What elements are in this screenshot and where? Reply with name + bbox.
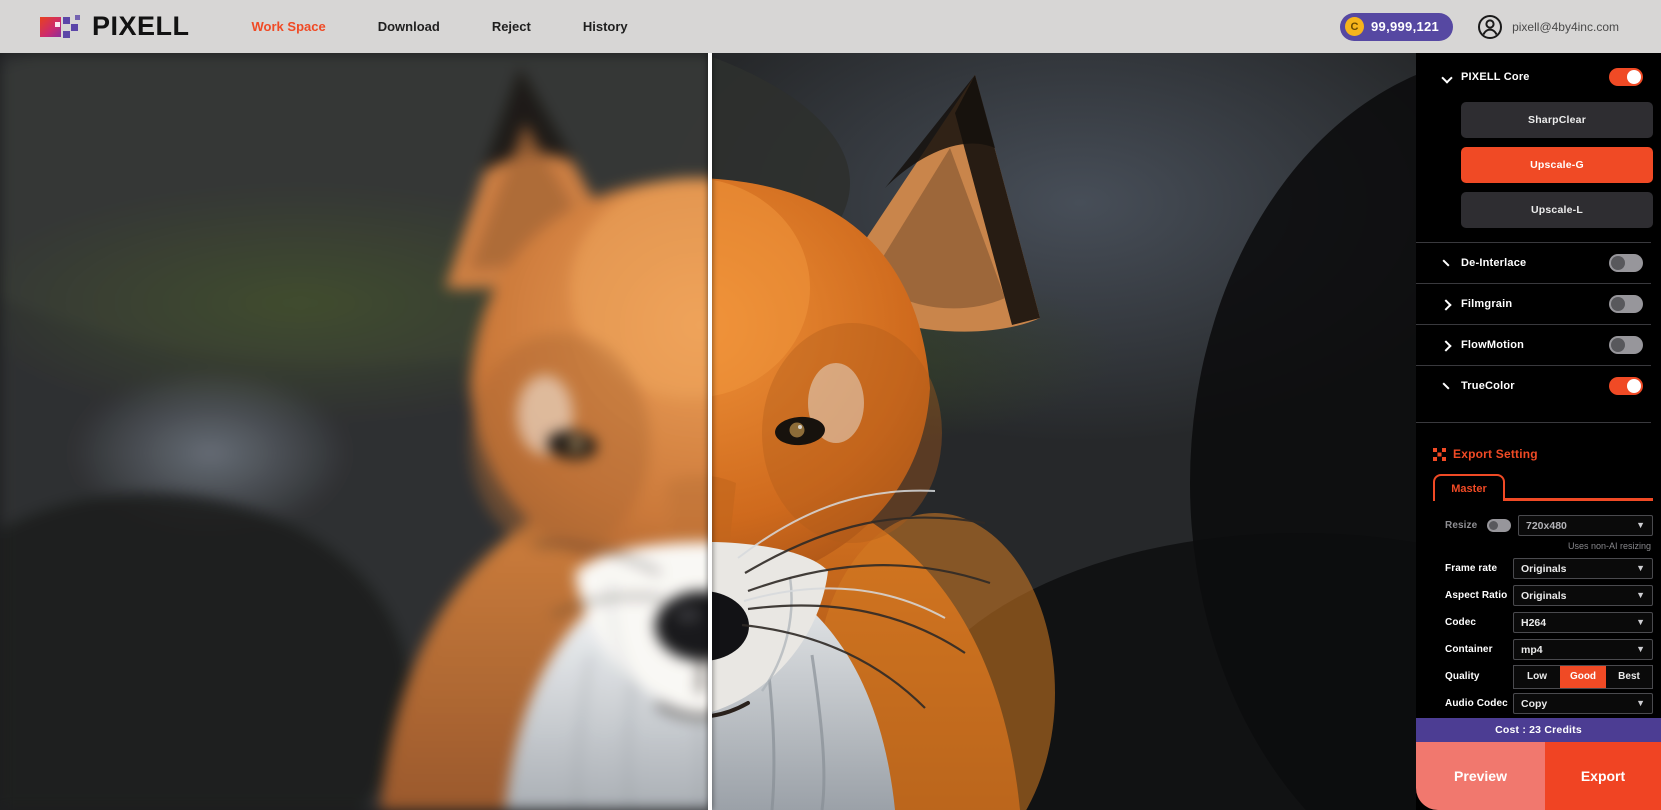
comparison-stage [0,53,1661,810]
tab-master[interactable]: Master [1433,474,1505,501]
main-nav: Work Space Download Reject History [252,19,628,34]
collapse-dash-icon[interactable] [1442,258,1452,268]
credits-badge[interactable]: C 99,999,121 [1340,13,1453,41]
frame-rate-label: Frame rate [1445,563,1513,574]
frame-rate-select[interactable]: Originals ▼ [1513,558,1653,579]
truecolor-row: TrueColor [1416,365,1651,406]
truecolor-label: TrueColor [1461,380,1515,392]
resize-row: Resize 720x480 ▼ [1445,515,1653,536]
quality-segmented: Low Good Best [1513,665,1653,689]
audio-codec-select[interactable]: Copy ▼ [1513,693,1653,714]
codec-label: Codec [1445,617,1513,628]
caret-down-icon: ▼ [1636,618,1645,627]
pixell-app: PIXELL Work Space Download Reject Histor… [0,0,1661,810]
chevron-down-icon[interactable] [1442,72,1452,82]
user-avatar-icon [1477,14,1503,40]
container-label: Container [1445,644,1513,655]
chevron-right-icon[interactable] [1442,299,1452,309]
frame-rate-value: Originals [1521,563,1636,575]
settings-panel: PIXELL Core SharpClear Upscale-G Upscale… [1416,53,1661,810]
resize-toggle[interactable] [1487,519,1511,532]
export-settings-section: Export Setting Master Resize 720x480 ▼ U… [1416,423,1661,714]
coin-icon: C [1345,17,1364,36]
truecolor-toggle[interactable] [1609,377,1643,395]
panel-bottom: Cost : 23 Credits Preview Export [1416,718,1661,810]
user-account[interactable]: pixell@4by4inc.com [1477,14,1619,40]
caret-down-icon: ▼ [1636,521,1645,530]
pixell-core-toggle[interactable] [1609,68,1643,86]
de-interlace-label: De-Interlace [1461,257,1526,269]
container-select[interactable]: mp4 ▼ [1513,639,1653,660]
pixell-core-row: PIXELL Core [1416,53,1661,96]
codec-select[interactable]: H264 ▼ [1513,612,1653,633]
aspect-ratio-select[interactable]: Originals ▼ [1513,585,1653,606]
export-settings-header: Export Setting [1433,447,1653,461]
before-image [0,53,708,810]
caret-down-icon: ▼ [1636,564,1645,573]
flowmotion-row: FlowMotion [1416,324,1651,365]
aspect-ratio-row: Aspect Ratio Originals ▼ [1445,585,1653,606]
chevron-right-icon[interactable] [1442,340,1452,350]
top-navbar: PIXELL Work Space Download Reject Histor… [0,0,1661,53]
export-settings-title: Export Setting [1453,447,1538,461]
quality-row: Quality Low Good Best [1445,666,1653,687]
container-value: mp4 [1521,644,1636,656]
quality-option-low[interactable]: Low [1514,666,1560,688]
filmgrain-row: Filmgrain [1416,283,1651,324]
export-tabbar: Master [1433,474,1653,501]
brand-name: PIXELL [92,11,190,42]
filmgrain-toggle[interactable] [1609,295,1643,313]
audio-codec-value: Copy [1521,698,1636,710]
nav-item-workspace[interactable]: Work Space [252,19,326,34]
nav-item-reject[interactable]: Reject [492,19,531,34]
resize-note: Uses non-AI resizing [1445,541,1651,551]
action-buttons: Preview Export [1416,742,1661,810]
frame-rate-row: Frame rate Originals ▼ [1445,558,1653,579]
upscale-g-button[interactable]: Upscale-G [1461,147,1653,183]
comparison-divider-handle[interactable] [708,53,712,810]
de-interlace-row: De-Interlace [1416,242,1651,283]
user-email: pixell@4by4inc.com [1512,20,1619,34]
sharpclear-button[interactable]: SharpClear [1461,102,1653,138]
de-interlace-toggle[interactable] [1609,254,1643,272]
caret-down-icon: ▼ [1636,645,1645,654]
quality-label: Quality [1445,671,1513,682]
resize-value: 720x480 [1526,520,1636,532]
flowmotion-toggle[interactable] [1609,336,1643,354]
export-form: Resize 720x480 ▼ Uses non-AI resizing Fr… [1433,501,1653,714]
quality-option-good[interactable]: Good [1560,666,1606,688]
pixell-core-label: PIXELL Core [1461,71,1530,83]
nav-right: C 99,999,121 pixell@4by4inc.com [1340,13,1619,41]
pixell-logo-icon [40,14,82,40]
credits-amount: 99,999,121 [1371,19,1439,34]
collapse-dash-icon[interactable] [1442,381,1452,391]
caret-down-icon: ▼ [1636,699,1645,708]
codec-row: Codec H264 ▼ [1445,612,1653,633]
export-button[interactable]: Export [1545,742,1661,810]
caret-down-icon: ▼ [1636,591,1645,600]
core-mode-buttons: SharpClear Upscale-G Upscale-L [1461,102,1653,228]
flowmotion-label: FlowMotion [1461,339,1524,351]
aspect-ratio-value: Originals [1521,590,1636,602]
nav-item-history[interactable]: History [583,19,628,34]
audio-codec-row: Audio Codec Copy ▼ [1445,693,1653,714]
resize-label: Resize [1445,520,1485,531]
nav-item-download[interactable]: Download [378,19,440,34]
aspect-ratio-label: Aspect Ratio [1445,590,1513,601]
container-row: Container mp4 ▼ [1445,639,1653,660]
resize-select[interactable]: 720x480 ▼ [1518,515,1653,536]
cost-bar: Cost : 23 Credits [1416,718,1661,742]
pixel-cluster-icon [1433,448,1446,461]
tabbar-underline [1505,474,1653,501]
codec-value: H264 [1521,617,1636,629]
audio-codec-label: Audio Codec [1445,698,1513,709]
brand-logo[interactable]: PIXELL [40,11,190,42]
filmgrain-label: Filmgrain [1461,298,1512,310]
preview-button[interactable]: Preview [1416,742,1545,810]
upscale-l-button[interactable]: Upscale-L [1461,192,1653,228]
quality-option-best[interactable]: Best [1606,666,1652,688]
